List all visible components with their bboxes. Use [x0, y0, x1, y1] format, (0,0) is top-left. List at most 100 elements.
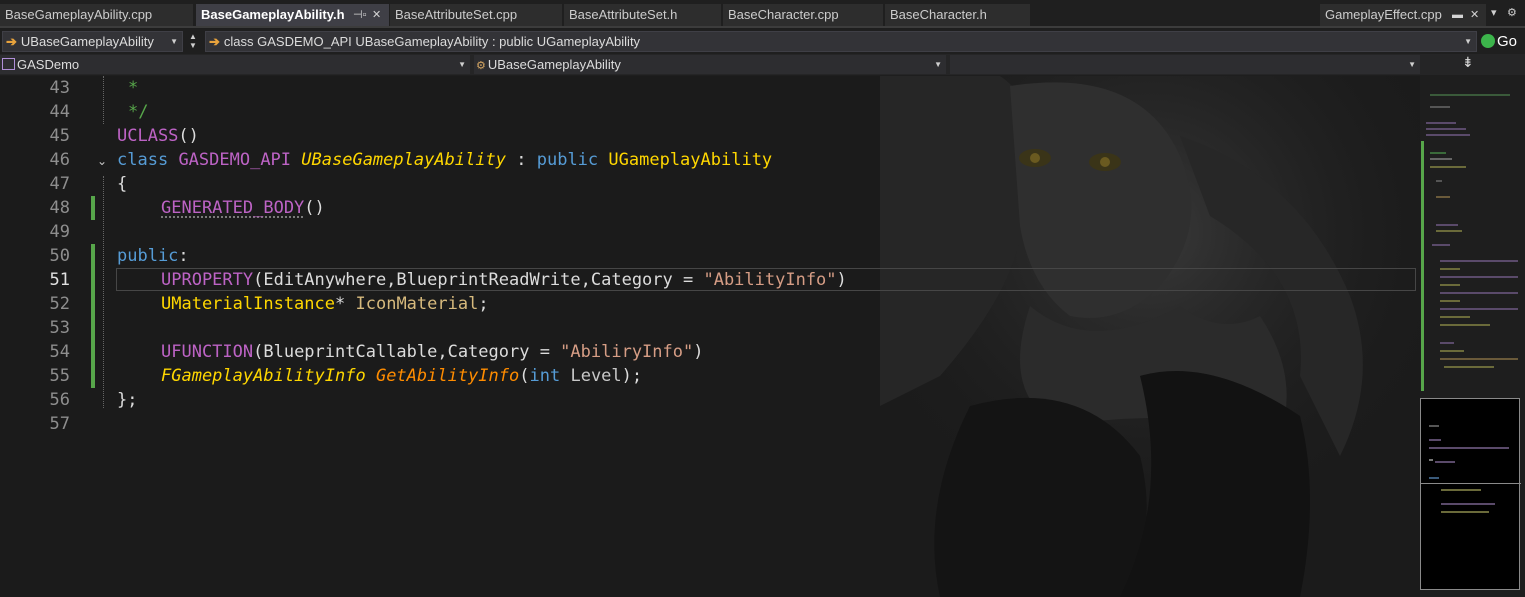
- minimap-line: [1430, 152, 1446, 154]
- wallpaper-image: [880, 76, 1420, 597]
- navigation-bar: ➔ UBaseGameplayAbility ▼ ▲ ▼ ➔ class GASDEM…: [0, 29, 1525, 54]
- tab-basegameplayability-h[interactable]: BaseGameplayAbility.h ⊣▫ ✕: [196, 4, 389, 26]
- line-number: 52: [49, 294, 70, 314]
- minimap-viewport[interactable]: [1420, 398, 1521, 590]
- tab-basegameplayability-cpp[interactable]: BaseGameplayAbility.cpp: [0, 4, 193, 26]
- chevron-down-icon: ▼: [1408, 60, 1416, 69]
- minimap-line: [1429, 425, 1439, 427]
- code-line-55: FGameplayAbilityInfo GetAbilityInfo(int …: [161, 364, 642, 388]
- minimap-line: [1441, 511, 1489, 513]
- chevron-down-icon: ▼: [934, 60, 942, 69]
- minimap-line: [1440, 316, 1470, 318]
- document-tab-strip: BaseGameplayAbility.cpp BaseGameplayAbil…: [0, 0, 1525, 28]
- line-number: 43: [49, 78, 70, 98]
- minimap-line: [1440, 342, 1454, 344]
- punct-token: (): [178, 126, 199, 146]
- minimap-line: [1435, 461, 1455, 463]
- args-token: (BlueprintCallable,Category =: [253, 342, 561, 362]
- tab-label: GameplayEffect.cpp: [1325, 7, 1442, 22]
- close-icon[interactable]: ✕: [1470, 4, 1479, 26]
- tab-basecharacter-cpp[interactable]: BaseCharacter.cpp: [723, 4, 883, 26]
- minimap-line: [1436, 224, 1458, 226]
- minimap-line: [1440, 276, 1518, 278]
- modified-line-marker: [91, 244, 95, 388]
- class-name-token: UGameplayAbility: [608, 150, 773, 170]
- minimap-line: [1430, 106, 1450, 108]
- class-name-token: UBaseGameplayAbility: [301, 150, 506, 170]
- go-button[interactable]: Go: [1481, 31, 1517, 52]
- keyword-token: public: [536, 150, 599, 170]
- go-icon: [1481, 34, 1495, 48]
- macro-token: UPROPERTY: [161, 270, 254, 290]
- minimap-line: [1441, 503, 1495, 505]
- split-view-icon[interactable]: ⇟: [1462, 54, 1474, 71]
- fold-chevron-icon[interactable]: ⌄: [97, 154, 107, 168]
- minimap-line: [1430, 166, 1466, 168]
- signature-dropdown[interactable]: ➔ class GASDEMO_API UBaseGameplayAbility …: [205, 31, 1477, 52]
- tab-label: BaseAttributeSet.h: [569, 7, 678, 22]
- line-number: 46: [49, 150, 70, 170]
- comment-token: *: [128, 78, 139, 98]
- member-token: IconMaterial: [355, 294, 479, 314]
- tab-label: BaseAttributeSet.cpp: [395, 7, 518, 22]
- pin-icon[interactable]: ▬: [1452, 4, 1463, 26]
- punct-token: (): [304, 198, 325, 218]
- code-line-48: GENERATED_BODY(): [161, 196, 325, 220]
- code-minimap[interactable]: [1420, 76, 1525, 597]
- chevron-down-icon: ▼: [170, 37, 178, 46]
- minimap-line: [1432, 244, 1450, 246]
- code-editor[interactable]: 43 44 45 46 47 48 49 50 51 52 53 54 55 5…: [0, 76, 1420, 597]
- close-icon[interactable]: ✕: [372, 4, 381, 26]
- project-dropdown[interactable]: GASDemo ▼: [0, 55, 470, 74]
- member-dropdown[interactable]: ▼: [950, 55, 1420, 74]
- tab-basecharacter-h[interactable]: BaseCharacter.h: [885, 4, 1030, 26]
- code-line-50: public:: [117, 244, 189, 268]
- line-number: 57: [49, 414, 70, 434]
- code-line-46: class GASDEMO_API UBaseGameplayAbility :…: [117, 148, 772, 172]
- minimap-line: [1440, 350, 1464, 352]
- minimap-line: [1429, 459, 1433, 461]
- chevron-down-icon: ▼: [458, 60, 466, 69]
- up-down-stepper[interactable]: ▲ ▼: [185, 31, 201, 52]
- signature-dropdown-value: class GASDEMO_API UBaseGameplayAbility :…: [223, 34, 641, 49]
- code-line-43: *: [128, 76, 138, 100]
- line-number: 45: [49, 126, 70, 146]
- project-dropdown-value: GASDemo: [17, 57, 80, 72]
- minimap-line: [1436, 180, 1442, 182]
- class-dropdown[interactable]: ➔ UBaseGameplayAbility ▼: [2, 31, 183, 52]
- minimap-line: [1440, 260, 1518, 262]
- code-line-44: */: [128, 100, 148, 124]
- minimap-line: [1426, 128, 1466, 130]
- macro-token: GENERATED_BODY: [161, 198, 305, 218]
- punct-token: ): [693, 342, 704, 362]
- line-number: 48: [49, 198, 70, 218]
- project-icon: [2, 58, 15, 70]
- pin-icon[interactable]: ⊣▫: [353, 4, 366, 26]
- tab-baseattributeset-h[interactable]: BaseAttributeSet.h: [564, 4, 721, 26]
- scope-dropdown[interactable]: ⚙ UBaseGameplayAbility ▼: [474, 55, 946, 74]
- minimap-line: [1429, 439, 1441, 441]
- minimap-line: [1440, 292, 1518, 294]
- class-icon: ⚙: [476, 60, 486, 72]
- punct-token: ): [836, 270, 847, 290]
- tab-list-dropdown-icon[interactable]: ▾: [1491, 6, 1497, 19]
- args-token: (EditAnywhere,BlueprintReadWrite,Categor…: [253, 270, 704, 290]
- arrow-icon: ➔: [6, 34, 17, 49]
- arrow-icon: ➔: [209, 34, 220, 49]
- minimap-line: [1441, 489, 1481, 491]
- line-number: 54: [49, 342, 70, 362]
- minimap-line: [1436, 230, 1462, 232]
- tab-baseattributeset-cpp[interactable]: BaseAttributeSet.cpp: [390, 4, 562, 26]
- gear-icon[interactable]: ⚙: [1507, 6, 1517, 19]
- punct-token: :: [516, 150, 527, 170]
- indent-guide: [103, 76, 105, 124]
- scope-dropdown-value: UBaseGameplayAbility: [487, 57, 621, 72]
- tab-label: BaseCharacter.h: [890, 7, 987, 22]
- line-number: 55: [49, 366, 70, 386]
- minimap-caret-line: [1421, 483, 1521, 484]
- punct-token: };: [117, 390, 138, 410]
- line-number: 50: [49, 246, 70, 266]
- punct-token: );: [621, 366, 643, 386]
- tab-gameplayeffect-cpp[interactable]: GameplayEffect.cpp ▬ ✕: [1320, 4, 1486, 26]
- minimap-line: [1430, 94, 1510, 96]
